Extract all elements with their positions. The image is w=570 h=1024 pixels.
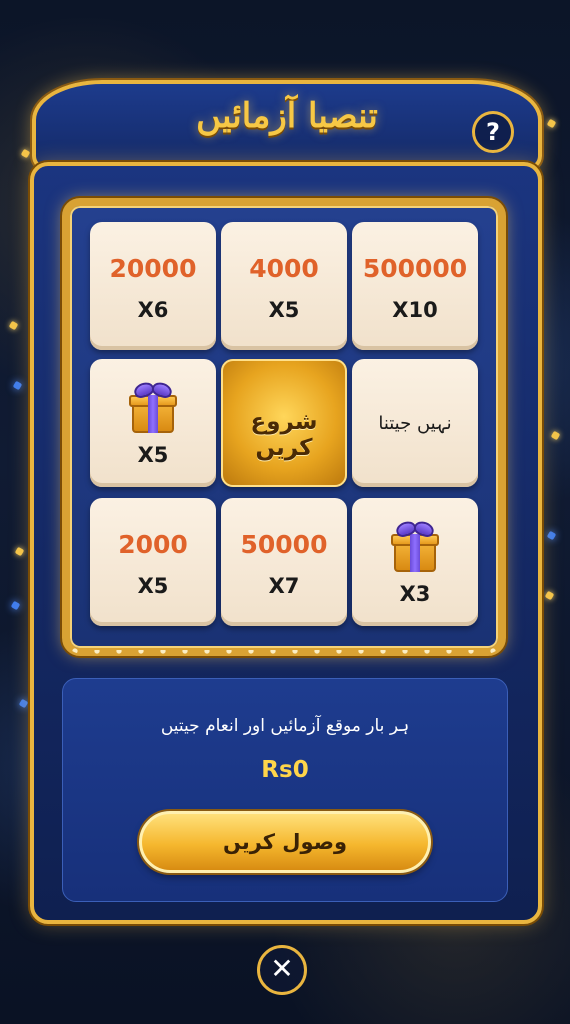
- prize-amount: 20000: [109, 254, 197, 283]
- sparkle: [8, 320, 19, 331]
- prize-amount: 2000: [118, 530, 188, 559]
- prize-tile: X5: [90, 359, 216, 487]
- prize-multiplier: X5: [137, 443, 169, 467]
- prize-tile: X3: [352, 498, 478, 626]
- start-label: شروع کریں: [250, 409, 318, 461]
- sparkle: [546, 118, 557, 129]
- sparkle: [20, 148, 31, 159]
- prize-amount: 50000: [240, 530, 328, 559]
- sparkle: [12, 380, 23, 391]
- prize-multiplier: X5: [137, 574, 169, 598]
- sparkle: [18, 698, 29, 709]
- prize-tile: 500000 X10: [352, 222, 478, 350]
- prize-board: 20000 X6 4000 X5 500000 X10 X5 شروع کریں…: [62, 198, 506, 656]
- sparkle: [14, 546, 25, 557]
- prize-amount: 500000: [362, 254, 468, 283]
- prize-multiplier: X7: [268, 574, 300, 598]
- gift-icon: [390, 519, 440, 572]
- header-banner: تنصیا آزمائیں ?: [32, 80, 542, 170]
- page-title: تنصیا آزمائیں: [196, 96, 378, 136]
- prize-amount: 4000: [249, 254, 319, 283]
- gift-icon: [128, 380, 178, 433]
- sparkle: [550, 430, 561, 441]
- prize-tile: 2000 X5: [90, 498, 216, 626]
- prize-multiplier: X10: [392, 298, 438, 322]
- prize-multiplier: X3: [399, 582, 431, 606]
- no-win-label: نہیں جیتنا: [378, 413, 452, 434]
- prize-tile: 50000 X7: [221, 498, 347, 626]
- prize-tile: 4000 X5: [221, 222, 347, 350]
- reward-message: ہر بار موقع آزمائیں اور انعام جیتیں: [160, 716, 410, 736]
- sparkle: [10, 600, 21, 611]
- prize-multiplier: X6: [137, 298, 169, 322]
- prize-multiplier: X5: [268, 298, 300, 322]
- prize-tile-no-win: نہیں جیتنا: [352, 359, 478, 487]
- help-button[interactable]: ?: [472, 111, 514, 153]
- prize-tile: 20000 X6: [90, 222, 216, 350]
- claim-button[interactable]: وصول کریں: [139, 811, 431, 873]
- start-button[interactable]: شروع کریں: [221, 359, 347, 487]
- sparkle: [546, 530, 557, 541]
- close-button[interactable]: ✕: [257, 945, 307, 995]
- reward-section: ہر بار موقع آزمائیں اور انعام جیتیں Rs0 …: [62, 678, 508, 902]
- sparkle: [544, 590, 555, 601]
- balance-amount: Rs0: [261, 757, 309, 783]
